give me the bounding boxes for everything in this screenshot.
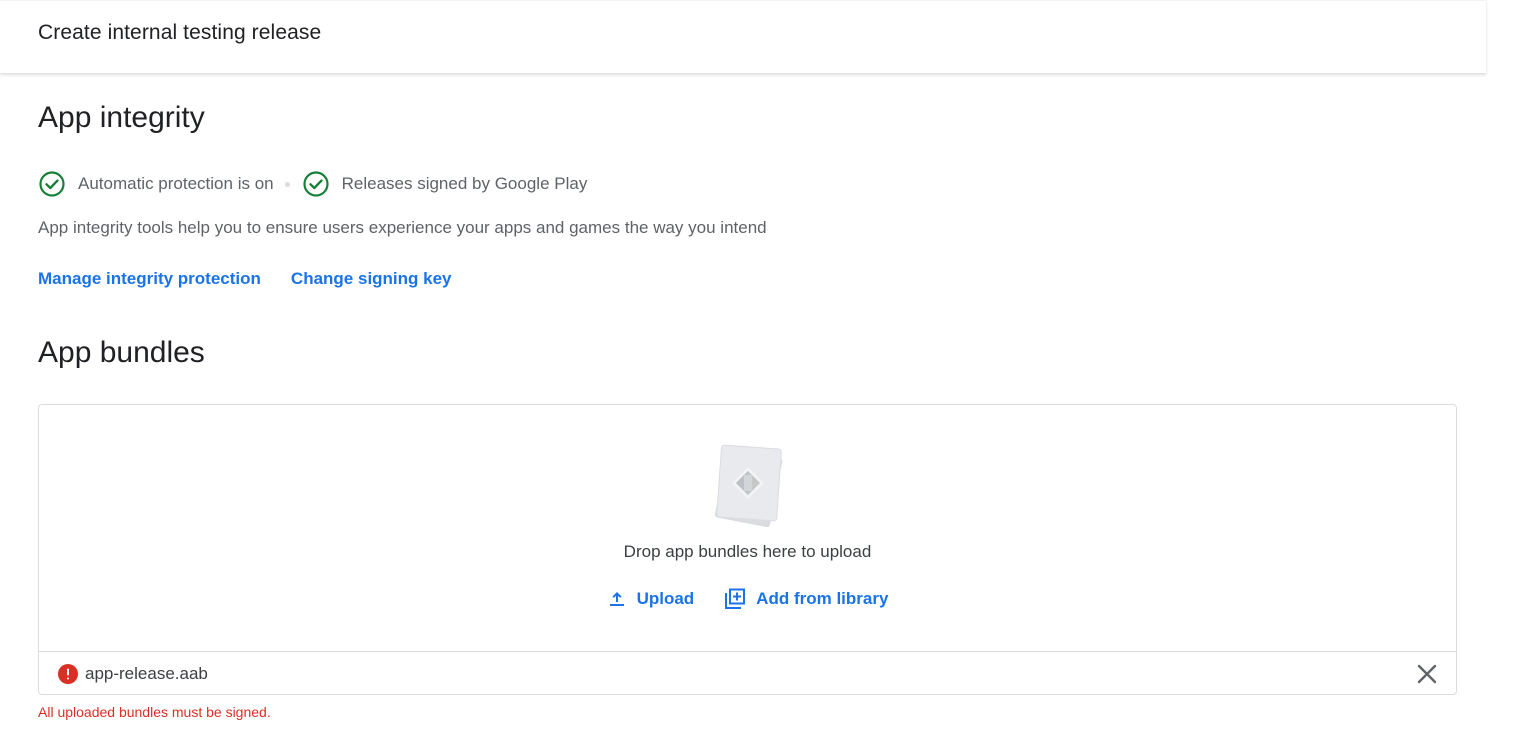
library-add-icon bbox=[725, 588, 746, 609]
error-icon bbox=[58, 664, 78, 684]
page-title: Create internal testing release bbox=[38, 21, 322, 44]
uploaded-file-row: app-release.aab bbox=[39, 651, 1456, 696]
app-integrity-heading: App integrity bbox=[38, 101, 205, 134]
app-bundle-illustration-icon bbox=[714, 444, 783, 527]
upload-actions: Upload Add from library bbox=[39, 588, 1456, 610]
separator-dot bbox=[284, 181, 290, 187]
drop-instructions: Drop app bundles here to upload bbox=[623, 542, 872, 561]
check-circle-icon bbox=[303, 171, 329, 197]
automatic-protection-status: Automatic protection is on bbox=[78, 174, 274, 193]
remove-file-close-icon[interactable] bbox=[1416, 663, 1438, 685]
add-from-library-label: Add from library bbox=[756, 589, 889, 608]
signing-status: Releases signed by Google Play bbox=[341, 174, 588, 193]
integrity-description: App integrity tools help you to ensure u… bbox=[38, 218, 767, 237]
file-name: app-release.aab bbox=[85, 664, 208, 683]
integrity-status-row: Automatic protection is on Releases sign… bbox=[38, 170, 587, 198]
upload-icon bbox=[609, 592, 624, 606]
page: Create internal testing release App inte… bbox=[0, 0, 1527, 750]
top-bar: Create internal testing release bbox=[0, 0, 1486, 73]
add-from-library-button[interactable]: Add from library bbox=[724, 588, 888, 610]
check-circle-icon bbox=[39, 171, 65, 197]
manage-integrity-link[interactable]: Manage integrity protection bbox=[38, 269, 261, 289]
upload-label: Upload bbox=[636, 589, 695, 608]
integrity-links: Manage integrity protection Change signi… bbox=[38, 269, 452, 289]
upload-button[interactable]: Upload bbox=[607, 588, 695, 610]
bundle-error-message: All uploaded bundles must be signed. bbox=[38, 704, 271, 720]
bundle-dropzone[interactable]: Drop app bundles here to upload Upload A… bbox=[38, 404, 1457, 695]
change-signing-key-link[interactable]: Change signing key bbox=[291, 269, 452, 289]
app-bundles-heading: App bundles bbox=[38, 336, 205, 369]
